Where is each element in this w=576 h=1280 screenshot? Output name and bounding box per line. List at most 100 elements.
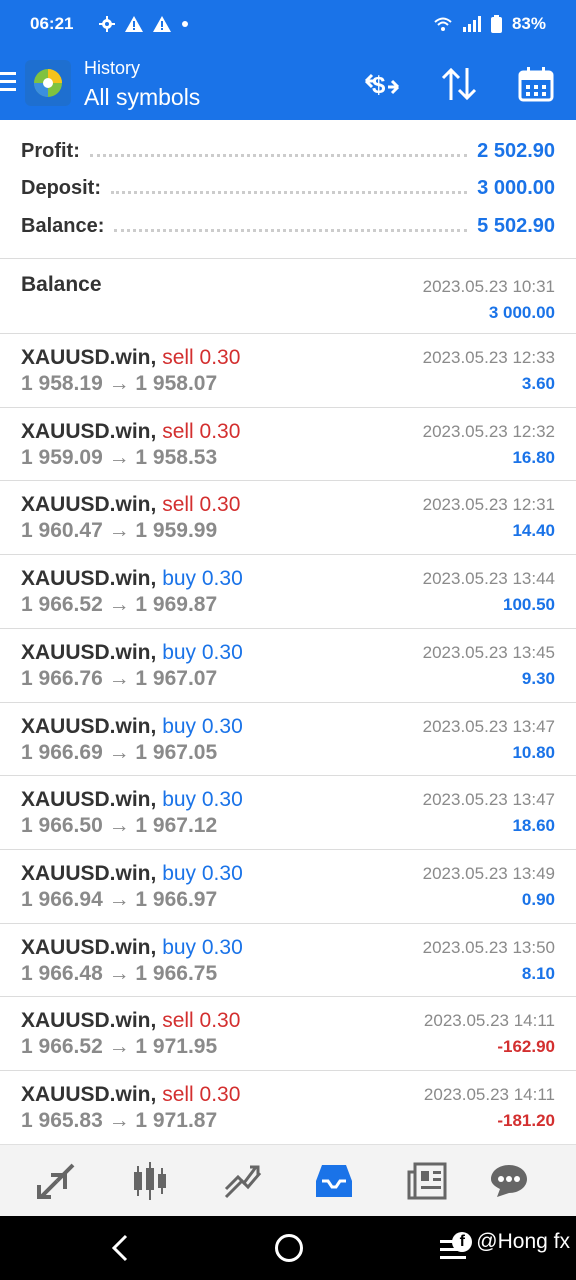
news-icon[interactable] (404, 1159, 450, 1203)
watermark: f @Hong fx (452, 1230, 570, 1254)
trade-profit: 9.30 (521, 669, 555, 688)
trade-symbol: XAUUSD.win, sell 0.30 (21, 420, 240, 444)
trade-symbol: XAUUSD.win, sell 0.30 (21, 1083, 240, 1107)
trade-date: 2023.05.23 12:33 (422, 348, 555, 367)
trade-date: 2023.05.23 13:45 (422, 643, 555, 662)
buy-volume: buy 0.30 (162, 862, 243, 885)
quotes-icon[interactable] (34, 1159, 80, 1203)
trade-row[interactable]: XAUUSD.win, sell 0.30 1 960.47 → 1 959.99… (0, 481, 576, 554)
trade-row[interactable]: XAUUSD.win, sell 0.30 1 958.19 → 1 958.07… (0, 334, 576, 407)
trade-row[interactable]: XAUUSD.win, buy 0.30 1 966.69 → 1 967.05 2… (0, 703, 576, 776)
trade-date: 2023.05.23 14:11 (423, 1011, 555, 1030)
symbol-filter-title[interactable]: All symbols (84, 84, 200, 111)
trade-row[interactable]: XAUUSD.win, buy 0.30 1 966.48 → 1 966.75 2… (0, 924, 576, 997)
symbol-name: XAUUSD.win, (21, 862, 157, 885)
sell-volume: sell 0.30 (162, 1009, 241, 1032)
warning-icon (125, 16, 144, 32)
status-right: 83% (433, 0, 546, 48)
trade-date: 2023.05.23 12:31 (422, 495, 555, 514)
home-icon[interactable] (275, 1234, 303, 1262)
sell-volume: sell 0.30 (162, 346, 241, 369)
trade-symbol: XAUUSD.win, buy 0.30 (21, 641, 243, 665)
status-notification-icons (99, 16, 189, 32)
trade-symbol: XAUUSD.win, sell 0.30 (21, 346, 240, 370)
balance-summary-row: Balance: 5 502.90 (21, 208, 555, 244)
balance-entry-amount: 3 000.00 (488, 303, 555, 322)
sort-icon[interactable] (437, 62, 481, 106)
trade-prices: 1 959.09 → 1 958.53 (21, 446, 218, 469)
trade-symbol: XAUUSD.win, sell 0.30 (21, 493, 240, 517)
symbol-name: XAUUSD.win, (21, 567, 157, 590)
trade-prices: 1 966.50 → 1 967.12 (21, 814, 218, 837)
menu-icon[interactable] (0, 72, 16, 94)
trade-icon[interactable] (219, 1159, 265, 1203)
currency-exchange-icon[interactable]: $ (360, 62, 404, 106)
trade-date: 2023.05.23 12:32 (422, 422, 555, 441)
svg-text:$: $ (372, 72, 386, 99)
app-logo (25, 60, 71, 106)
trade-prices: 1 960.47 → 1 959.99 (21, 519, 218, 542)
trade-profit: -181.20 (497, 1111, 555, 1130)
buy-volume: buy 0.30 (162, 788, 243, 811)
trade-row[interactable]: XAUUSD.win, buy 0.30 1 966.94 → 1 966.97 2… (0, 850, 576, 923)
trade-profit: 10.80 (512, 743, 555, 762)
trade-prices: 1 958.19 → 1 958.07 (21, 372, 218, 395)
sell-volume: sell 0.30 (162, 420, 241, 443)
settings-icon (99, 16, 116, 32)
symbol-name: XAUUSD.win, (21, 493, 157, 516)
dotted-leader (111, 190, 468, 194)
trade-row[interactable]: XAUUSD.win, sell 0.30 1 965.83 → 1 971.87… (0, 1071, 576, 1144)
symbol-name: XAUUSD.win, (21, 936, 157, 959)
symbol-name: XAUUSD.win, (21, 346, 157, 369)
trade-prices: 1 966.52 → 1 969.87 (21, 593, 218, 616)
profit-label: Profit: (21, 139, 80, 162)
trade-row[interactable]: XAUUSD.win, buy 0.30 1 966.76 → 1 967.07 2… (0, 629, 576, 702)
symbol-name: XAUUSD.win, (21, 788, 157, 811)
trade-date: 2023.05.23 13:50 (422, 938, 555, 957)
balance-value: 5 502.90 (477, 214, 555, 237)
trade-symbol: XAUUSD.win, buy 0.30 (21, 715, 243, 739)
bottom-tab-bar (0, 1144, 576, 1217)
buy-volume: buy 0.30 (162, 567, 243, 590)
trade-row[interactable]: XAUUSD.win, sell 0.30 1 959.09 → 1 958.53… (0, 408, 576, 481)
chart-icon[interactable] (127, 1159, 173, 1203)
dot-icon (182, 21, 189, 27)
trade-profit: 18.60 (512, 816, 555, 835)
balance-entry-title: Balance (21, 273, 102, 296)
battery-icon (490, 15, 502, 33)
trade-prices: 1 966.69 → 1 967.05 (21, 741, 218, 764)
watermark-text: @Hong fx (476, 1230, 570, 1253)
back-icon[interactable] (110, 1234, 130, 1262)
trade-date: 2023.05.23 14:11 (423, 1085, 555, 1104)
trade-row[interactable]: XAUUSD.win, buy 0.30 1 966.52 → 1 969.87 2… (0, 555, 576, 628)
buy-volume: buy 0.30 (162, 641, 243, 664)
profit-row: Profit: 2 502.90 (21, 133, 555, 169)
messages-icon[interactable] (486, 1159, 532, 1203)
deposit-value: 3 000.00 (477, 176, 555, 199)
trade-symbol: XAUUSD.win, buy 0.30 (21, 862, 243, 886)
trade-prices: 1 965.83 → 1 971.87 (21, 1109, 218, 1132)
buy-volume: buy 0.30 (162, 936, 243, 959)
trade-row[interactable]: XAUUSD.win, buy 0.30 1 966.50 → 1 967.12 2… (0, 776, 576, 849)
trade-profit: 14.40 (512, 521, 555, 540)
trade-profit: 100.50 (503, 595, 555, 614)
history-icon[interactable] (311, 1159, 357, 1203)
trade-prices: 1 966.76 → 1 967.07 (21, 667, 218, 690)
trade-row[interactable]: XAUUSD.win, sell 0.30 1 966.52 → 1 971.95… (0, 997, 576, 1070)
trade-date: 2023.05.23 13:47 (422, 717, 555, 736)
deposit-row: Deposit: 3 000.00 (21, 170, 555, 206)
symbol-name: XAUUSD.win, (21, 420, 157, 443)
trade-profit: 3.60 (521, 374, 555, 393)
balance-entry[interactable]: Balance 2023.05.23 10:31 3 000.00 (0, 259, 576, 333)
app-bar: History All symbols $ (0, 48, 576, 120)
trade-prices: 1 966.52 → 1 971.95 (21, 1035, 218, 1058)
profit-value: 2 502.90 (477, 139, 555, 162)
trade-symbol: XAUUSD.win, buy 0.30 (21, 788, 243, 812)
facebook-icon: f (452, 1232, 473, 1252)
dotted-leader (114, 228, 468, 232)
trade-date: 2023.05.23 13:47 (422, 790, 555, 809)
dotted-leader (89, 153, 468, 157)
trade-profit: -162.90 (497, 1037, 555, 1056)
symbol-name: XAUUSD.win, (21, 715, 157, 738)
calendar-icon[interactable] (514, 62, 558, 106)
